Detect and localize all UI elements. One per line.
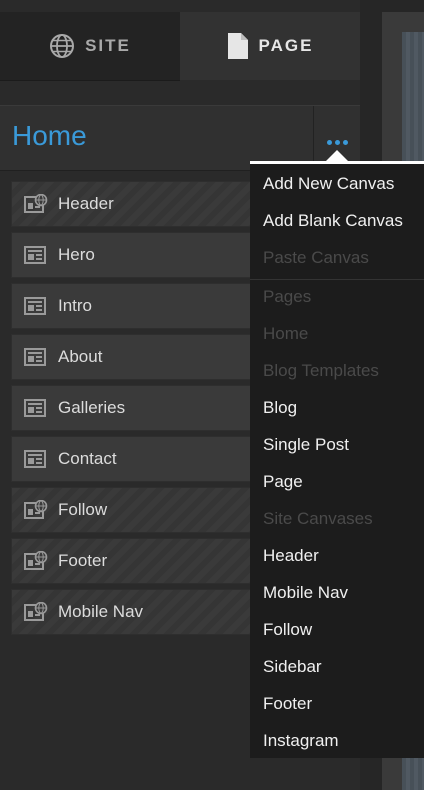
canvas-item-name: About <box>58 347 103 366</box>
panel-tabs: SITE PAGE <box>0 12 360 81</box>
menu-add-new-canvas[interactable]: Add New Canvas <box>263 174 394 194</box>
menu-page-home: Home <box>263 324 309 343</box>
canvas-options-menu: Add New Canvas Add Blank Canvas Paste Ca… <box>250 161 424 758</box>
menu-footer[interactable]: Footer <box>263 694 312 714</box>
canvas-item-name: Galleries <box>58 398 126 417</box>
menu-sidebar[interactable]: Sidebar <box>263 657 322 677</box>
tab-site[interactable]: SITE <box>0 12 180 81</box>
menu-heading-pages: Pages <box>263 287 312 306</box>
more-dots-icon <box>327 139 348 145</box>
tab-site-label: SITE <box>85 36 131 55</box>
menu-pointer <box>326 150 348 161</box>
page-title: Home <box>12 120 87 151</box>
canvas-item-name: Header <box>58 194 114 213</box>
menu-heading-blog-templates: Blog Templates <box>263 361 379 380</box>
menu-single-post[interactable]: Single Post <box>263 435 349 455</box>
menu-instagram[interactable]: Instagram <box>263 731 339 751</box>
menu-header[interactable]: Header <box>263 546 319 566</box>
menu-mobile-nav[interactable]: Mobile Nav <box>263 583 348 603</box>
canvas-item-name: Footer <box>58 551 108 570</box>
menu-add-blank-canvas[interactable]: Add Blank Canvas <box>263 211 403 231</box>
site-canvas-icon <box>24 500 48 520</box>
document-icon <box>227 32 249 60</box>
menu-heading-site-canvases: Site Canvases <box>263 509 373 528</box>
tab-page-label: PAGE <box>258 36 314 55</box>
menu-follow[interactable]: Follow <box>263 620 312 640</box>
menu-paste-canvas: Paste Canvas <box>263 248 369 267</box>
canvas-item-name: Mobile Nav <box>58 602 144 621</box>
canvas-item-name: Follow <box>58 500 108 519</box>
canvas-item-name: Hero <box>58 245 95 264</box>
page-canvas-icon <box>24 296 48 316</box>
canvas-item-name: Intro <box>58 296 93 315</box>
globe-icon <box>49 33 75 59</box>
page-canvas-icon <box>24 449 48 469</box>
site-canvas-icon <box>24 551 48 571</box>
page-canvas-icon <box>24 245 48 265</box>
site-canvas-icon <box>24 602 48 622</box>
menu-page[interactable]: Page <box>263 472 303 492</box>
menu-blog[interactable]: Blog <box>263 398 297 418</box>
page-canvas-icon <box>24 347 48 367</box>
site-canvas-icon <box>24 194 48 214</box>
canvas-item-name: Contact <box>58 449 117 468</box>
menu-divider <box>250 279 424 280</box>
tab-page[interactable]: PAGE <box>180 12 360 80</box>
page-canvas-icon <box>24 398 48 418</box>
